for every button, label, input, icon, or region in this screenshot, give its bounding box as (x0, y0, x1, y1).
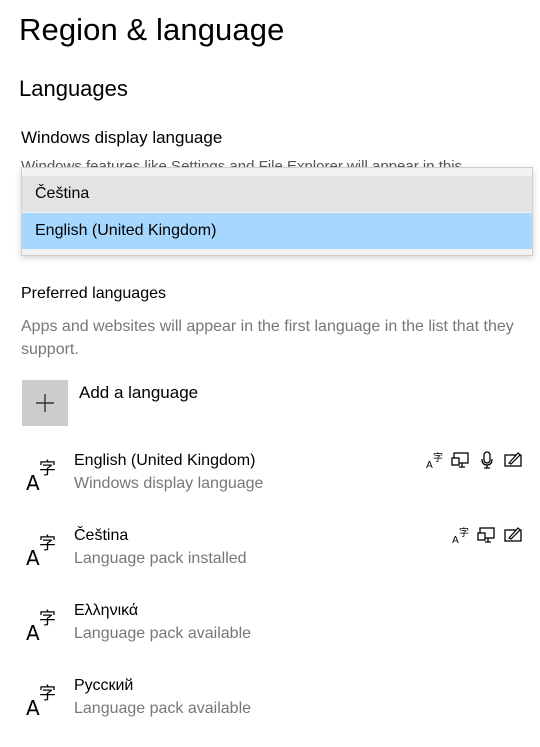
dropdown-option-cestina[interactable]: Čeština (22, 176, 532, 212)
language-name: Русский (74, 677, 134, 694)
plus-icon (36, 394, 54, 412)
speech-icon (481, 451, 493, 469)
language-item-greek[interactable]: A 字 Ελληνικά Language pack available (0, 602, 540, 672)
language-pack-icon: A 字 (452, 526, 469, 545)
svg-text:A: A (26, 471, 40, 492)
language-item-cestina[interactable]: A 字 Čeština Language pack installed A 字 (0, 526, 540, 597)
language-pack-icon: A 字 (426, 451, 443, 470)
svg-text:字: 字 (39, 459, 56, 479)
handwriting-icon (504, 527, 522, 542)
svg-text:字: 字 (39, 609, 56, 629)
svg-text:A: A (26, 621, 40, 642)
language-status: Language pack available (74, 625, 252, 642)
language-item-english-uk[interactable]: A 字 English (United Kingdom) Windows dis… (0, 451, 540, 522)
language-icon: A 字 (26, 684, 56, 717)
language-item-russian[interactable]: A 字 Русский Language pack available (0, 677, 540, 747)
handwriting-icon (504, 452, 522, 467)
svg-text:A: A (426, 460, 433, 470)
svg-text:A: A (26, 546, 40, 567)
display-language-label: Windows display language (21, 128, 223, 147)
page-title: Region & language (19, 12, 285, 47)
language-status: Language pack available (74, 700, 252, 717)
preferred-languages-description: Apps and websites will appear in the fir… (21, 318, 514, 358)
add-language-button[interactable] (22, 380, 68, 426)
svg-text:字: 字 (459, 526, 469, 539)
language-name: Čeština (74, 527, 129, 544)
svg-text:A: A (452, 535, 459, 545)
display-language-dropdown[interactable]: Čeština English (United Kingdom) (21, 167, 533, 256)
language-icon: A 字 (26, 459, 56, 492)
language-icon: A 字 (26, 609, 56, 642)
display-language-icon (451, 452, 469, 468)
svg-text:字: 字 (39, 534, 56, 554)
section-title-languages: Languages (19, 76, 128, 101)
language-name: Ελληνικά (74, 602, 139, 619)
display-language-icon (477, 527, 495, 543)
language-status: Language pack installed (74, 550, 247, 567)
language-icon: A 字 (26, 534, 56, 567)
language-status: Windows display language (74, 475, 264, 492)
svg-text:字: 字 (39, 684, 56, 704)
dropdown-option-english-uk[interactable]: English (United Kingdom) (22, 213, 532, 249)
language-name: English (United Kingdom) (74, 452, 256, 469)
add-language-label[interactable]: Add a language (79, 383, 198, 403)
svg-text:字: 字 (433, 451, 443, 464)
svg-text:A: A (26, 696, 40, 717)
preferred-languages-label: Preferred languages (21, 285, 166, 302)
